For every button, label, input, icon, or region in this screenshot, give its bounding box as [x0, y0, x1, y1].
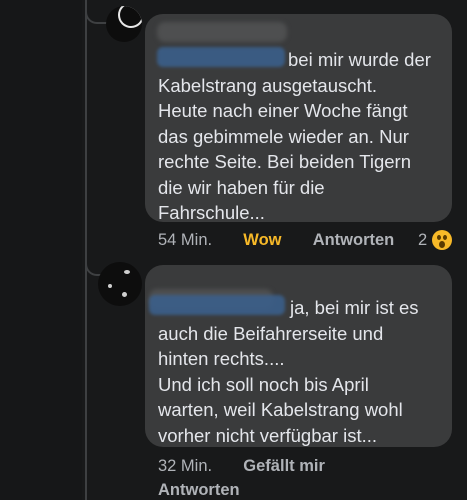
avatar[interactable] [106, 6, 142, 42]
comment-bubble: ja, bei mir ist es auch die Beifahrersei… [145, 265, 452, 447]
comment-text: ja, bei mir ist es auch die Beifahrersei… [158, 297, 419, 446]
author-name-redacted[interactable] [157, 22, 287, 42]
comment-actions: 54 Min. Wow Antworten [158, 231, 394, 250]
comment-time[interactable]: 54 Min. [158, 231, 212, 249]
reaction-count[interactable]: 2 [418, 231, 427, 250]
reaction-button[interactable]: Wow [243, 231, 281, 249]
comment-actions-row2: Antworten [158, 481, 240, 500]
reply-button[interactable]: Antworten [158, 481, 240, 499]
comment-text: bei mir wurde der Kabelstrang ausgetausc… [158, 49, 431, 223]
left-margin [0, 0, 82, 500]
comment-time[interactable]: 32 Min. [158, 457, 212, 475]
comment-actions: 32 Min. Gefällt mir [158, 457, 325, 476]
avatar[interactable] [98, 262, 142, 306]
wow-emoji-icon[interactable] [432, 230, 452, 250]
reply-button[interactable]: Antworten [313, 231, 395, 249]
like-button[interactable]: Gefällt mir [243, 457, 325, 475]
comment-bubble: bei mir wurde der Kabelstrang ausgetausc… [145, 14, 452, 223]
comment-thread: bei mir wurde der Kabelstrang ausgetausc… [0, 0, 467, 500]
